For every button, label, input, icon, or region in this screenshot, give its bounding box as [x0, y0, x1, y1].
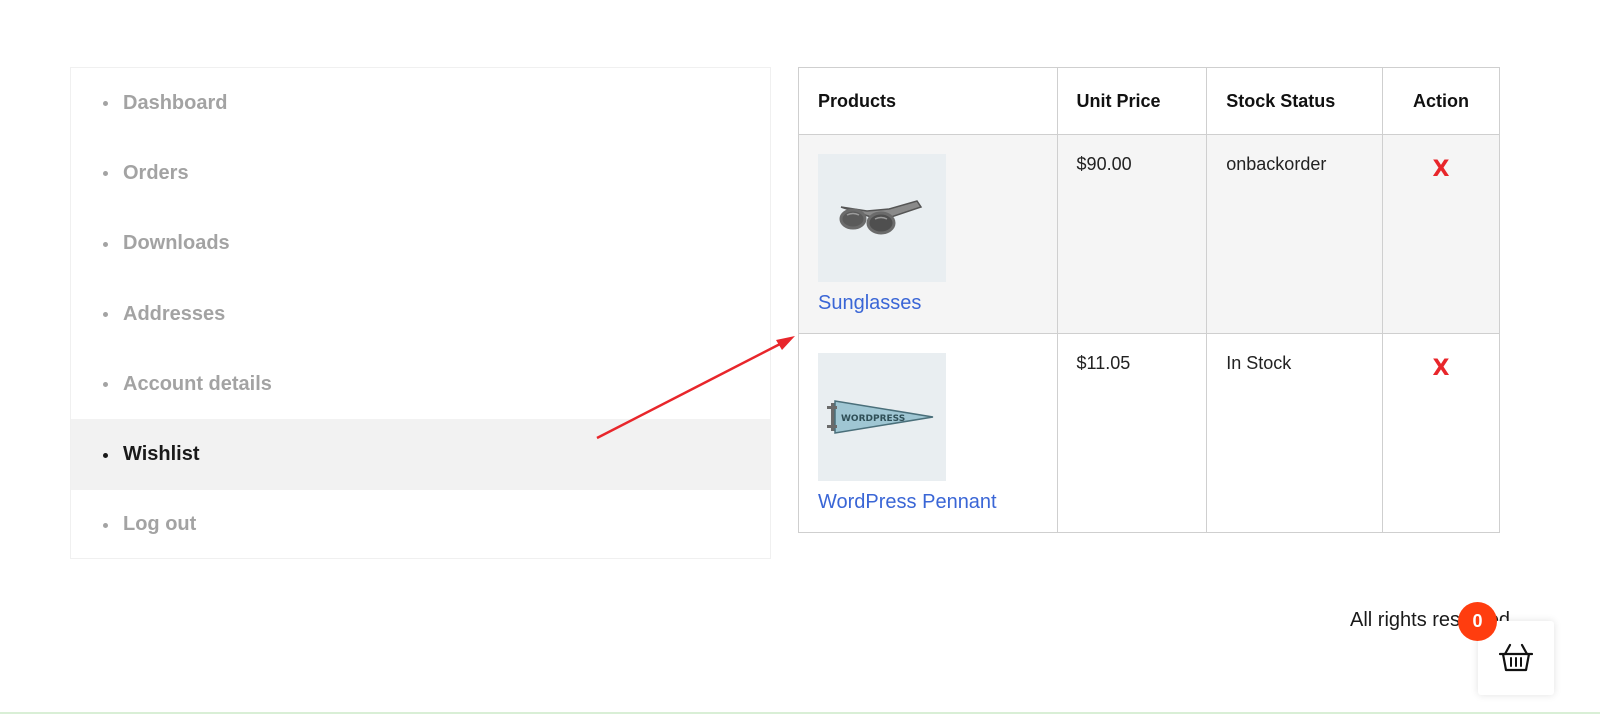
unit-price-cell: $90.00 — [1056, 134, 1208, 334]
stock-status-cell: In Stock — [1206, 333, 1384, 533]
account-navigation: Dashboard Orders Downloads Addresses Acc… — [70, 67, 771, 559]
product-thumbnail[interactable] — [818, 154, 946, 282]
nav-item-account-details[interactable]: Account details — [71, 349, 770, 419]
sunglasses-image — [839, 200, 923, 235]
nav-item-orders[interactable]: Orders — [71, 138, 770, 208]
cart-count-badge: 0 — [1458, 602, 1497, 641]
remove-item-button[interactable]: X — [1433, 356, 1450, 381]
header-products: Products — [798, 67, 1058, 135]
bottom-divider — [0, 712, 1600, 714]
product-link-wordpress-pennant[interactable]: WordPress Pennant — [818, 491, 997, 514]
table-header-row: Products Unit Price Stock Status Action — [798, 67, 1500, 135]
nav-item-wishlist[interactable]: Wishlist — [71, 419, 770, 490]
nav-item-dashboard[interactable]: Dashboard — [71, 68, 770, 138]
product-cell: WORDPRESS WordPress Pennant — [798, 333, 1058, 533]
wishlist-table: Products Unit Price Stock Status Action … — [798, 67, 1500, 533]
pennant-text: WORDPRESS — [841, 414, 905, 424]
nav-item-addresses[interactable]: Addresses — [71, 279, 770, 349]
nav-item-downloads[interactable]: Downloads — [71, 209, 770, 279]
pennant-image: WORDPRESS — [827, 400, 934, 434]
header-stock-status: Stock Status — [1206, 67, 1384, 135]
product-thumbnail[interactable]: WORDPRESS — [818, 353, 946, 481]
table-row: Sunglasses $90.00 onbackorder X — [798, 134, 1500, 334]
product-link-sunglasses[interactable]: Sunglasses — [818, 292, 921, 315]
stock-status-cell: onbackorder — [1206, 134, 1384, 334]
action-cell: X — [1382, 134, 1500, 334]
basket-icon — [1499, 643, 1533, 672]
header-action: Action — [1382, 67, 1500, 135]
unit-price-cell: $11.05 — [1056, 333, 1208, 533]
action-cell: X — [1382, 333, 1500, 533]
header-unit-price: Unit Price — [1056, 67, 1208, 135]
product-cell: Sunglasses — [798, 134, 1058, 334]
remove-item-button[interactable]: X — [1433, 157, 1450, 182]
table-row: WORDPRESS WordPress Pennant $11.05 In St… — [798, 333, 1500, 533]
nav-item-log-out[interactable]: Log out — [71, 490, 770, 560]
